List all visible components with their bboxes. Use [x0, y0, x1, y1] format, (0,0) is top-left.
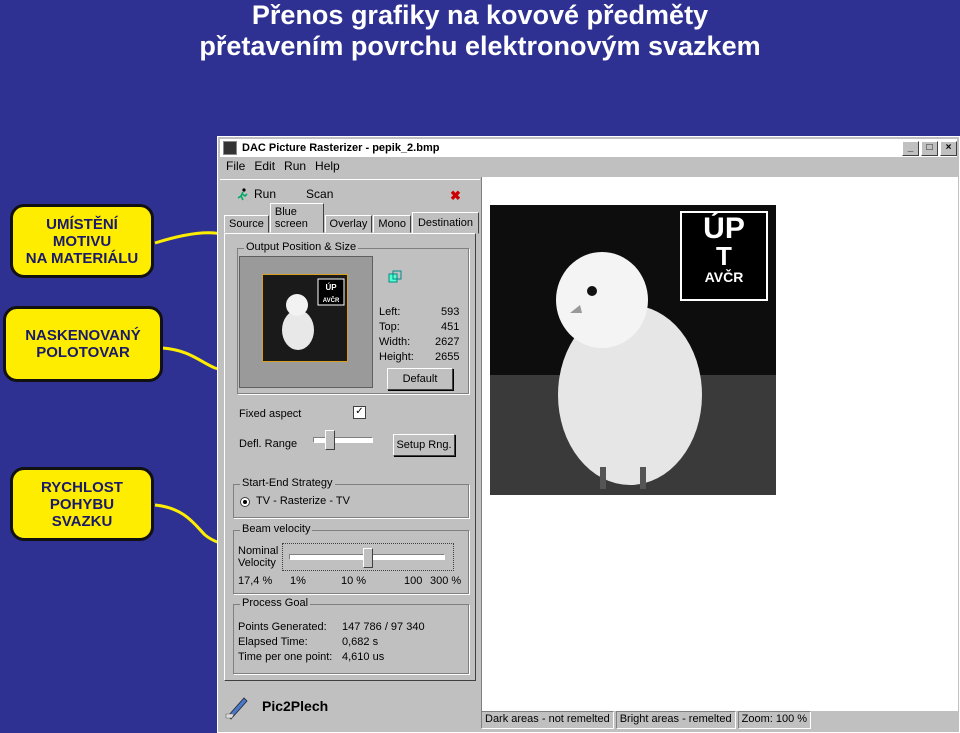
setup-range-button[interactable]: Setup Rng.: [393, 434, 455, 456]
brand-footer: Pic2Plech: [224, 692, 328, 720]
stop-button[interactable]: ✖: [450, 188, 461, 204]
callout-velocity-line-3: SVAZKU: [51, 512, 113, 530]
elapsed-label: Elapsed Time:: [238, 636, 308, 648]
run-button[interactable]: Run: [236, 187, 276, 201]
beam-velocity-group: Beam velocity Nominal Velocity 17,4 % 1%…: [233, 523, 469, 594]
slide-title: Přenos grafiky na kovové předměty přetav…: [0, 0, 960, 62]
menu-file[interactable]: File: [222, 158, 250, 176]
fit-icon[interactable]: [388, 270, 402, 284]
height-value: 2655: [435, 351, 460, 363]
preview-bird-icon: ÚP AVČR: [263, 275, 347, 361]
menu-help[interactable]: Help: [311, 158, 345, 176]
points-label: Points Generated:: [238, 621, 327, 633]
width-label: Width:: [379, 336, 411, 348]
callout-velocity-line-1: RYCHLOST: [41, 478, 123, 496]
process-goal-group: Process Goal Points Generated: 147 786 /…: [233, 597, 469, 674]
slide-title-line-1: Přenos grafiky na kovové předměty: [251, 0, 709, 30]
image-canvas[interactable]: ÚP T AVČR: [481, 177, 958, 711]
callout-scanned-line-2: POLOTOVAR: [36, 344, 130, 361]
output-group-label: Output Position & Size: [244, 241, 359, 253]
strategy-group: Start-End Strategy TV - Rasterize - TV: [233, 477, 469, 518]
velocity-tick-1: 1%: [290, 575, 306, 587]
left-value: 593: [441, 306, 460, 318]
callout-placement-line-3: NA MATERIÁLU: [25, 249, 139, 267]
run-label: Run: [254, 187, 277, 201]
settings-panel: Source Blue screen Overlay Mono Destinat…: [220, 203, 480, 685]
close-button[interactable]: ×: [940, 140, 957, 156]
beam-velocity-label: Beam velocity: [240, 523, 313, 535]
callout-scanned-line-1: NASKENOVANÝ: [25, 327, 141, 344]
callout-placement-line-1: UMÍSTĚNÍ: [46, 215, 118, 233]
logo-bottom: AVČR: [704, 269, 744, 285]
tab-strip: Source Blue screen Overlay Mono Destinat…: [224, 203, 480, 234]
velocity-label: Velocity: [238, 557, 276, 569]
process-goal-label: Process Goal: [240, 597, 311, 609]
strategy-option: TV - Rasterize - TV: [256, 495, 350, 507]
minimize-button[interactable]: _: [902, 140, 919, 156]
callout-placement: UMÍSTĚNÍ MOTIVU NA MATERIÁLU: [10, 204, 154, 278]
points-value: 147 786 / 97 340: [342, 621, 425, 633]
tab-blue-screen[interactable]: Blue screen: [269, 203, 324, 233]
width-value: 2627: [435, 336, 460, 348]
status-dark-areas: Dark areas - not remelted: [481, 711, 614, 729]
main-image: ÚP T AVČR: [490, 205, 776, 495]
menu-edit[interactable]: Edit: [250, 158, 280, 176]
toolbar: Run Scan ✖: [220, 179, 480, 208]
nominal-label: Nominal: [238, 545, 279, 557]
default-button[interactable]: Default: [387, 368, 453, 390]
title-bar[interactable]: DAC Picture Rasterizer - pepik_2.bmp _ □…: [220, 139, 957, 157]
velocity-thumb[interactable]: [363, 548, 373, 568]
strategy-group-label: Start-End Strategy: [240, 477, 335, 489]
tab-mono[interactable]: Mono: [373, 215, 411, 233]
status-bright-areas: Bright areas - remelted: [615, 711, 736, 729]
velocity-slider[interactable]: [282, 543, 454, 571]
runner-icon: [237, 187, 248, 200]
tab-source[interactable]: Source: [224, 215, 269, 233]
callout-velocity-line-2: POHYBU: [49, 495, 115, 513]
time-per-point-value: 4,610 us: [342, 651, 385, 663]
defl-range-label: Defl. Range: [239, 438, 298, 450]
tab-destination[interactable]: Destination: [411, 212, 479, 234]
fixed-aspect-label: Fixed aspect: [239, 408, 302, 420]
velocity-tick-2: 10 %: [341, 575, 367, 587]
tab-overlay[interactable]: Overlay: [324, 215, 373, 233]
top-label: Top:: [379, 321, 400, 333]
preview-logo-bottom: AVČR: [323, 297, 340, 304]
window-title: DAC Picture Rasterizer - pepik_2.bmp: [242, 142, 440, 154]
status-bar: Dark areas - not remelted Bright areas -…: [481, 711, 957, 729]
left-label: Left:: [379, 306, 401, 318]
menu-run[interactable]: Run: [280, 158, 311, 176]
menu-bar: File Edit Run Help: [222, 158, 345, 176]
logo-stamp: ÚP T AVČR: [680, 211, 768, 301]
height-label: Height:: [379, 351, 414, 363]
defl-range-thumb[interactable]: [325, 430, 335, 450]
scanned-preview[interactable]: ÚP AVČR: [239, 256, 373, 388]
scan-label: Scan: [306, 187, 334, 201]
callout-placement-line-2: MOTIVU: [52, 232, 112, 250]
strategy-radio[interactable]: [240, 497, 250, 507]
callout-velocity: RYCHLOST POHYBU SVAZKU: [10, 467, 154, 541]
logo-mid: T: [716, 241, 732, 271]
slide-title-line-2: přetavením povrchu elektronovým svazkem: [199, 31, 761, 61]
scan-button[interactable]: Scan: [306, 187, 333, 201]
preview-logo-top: ÚP: [325, 283, 337, 292]
velocity-tick-4: 300 %: [430, 575, 462, 587]
app-icon: [223, 141, 237, 155]
brand-pen-icon: [225, 697, 248, 720]
defl-range-track: [313, 437, 373, 443]
defl-range-slider[interactable]: [313, 427, 373, 451]
top-value: 451: [441, 321, 460, 333]
app-window: DAC Picture Rasterizer - pepik_2.bmp _ □…: [217, 136, 960, 733]
velocity-value: 17,4 %: [238, 575, 273, 587]
fixed-aspect-checkbox[interactable]: ✓: [353, 406, 366, 419]
time-per-point-label: Time per one point:: [238, 651, 333, 663]
destination-tab-body: Output Position & Size ÚP AVČR Left: 593: [224, 233, 476, 681]
preview-image: ÚP AVČR: [262, 274, 348, 362]
maximize-button[interactable]: □: [921, 140, 938, 156]
elapsed-value: 0,682 s: [342, 636, 379, 648]
brand-name: Pic2Plech: [262, 698, 329, 714]
status-zoom: Zoom: 100 %: [737, 711, 812, 729]
callout-scanned: NASKENOVANÝ POLOTOVAR: [3, 306, 163, 382]
velocity-tick-3: 100: [404, 575, 423, 587]
